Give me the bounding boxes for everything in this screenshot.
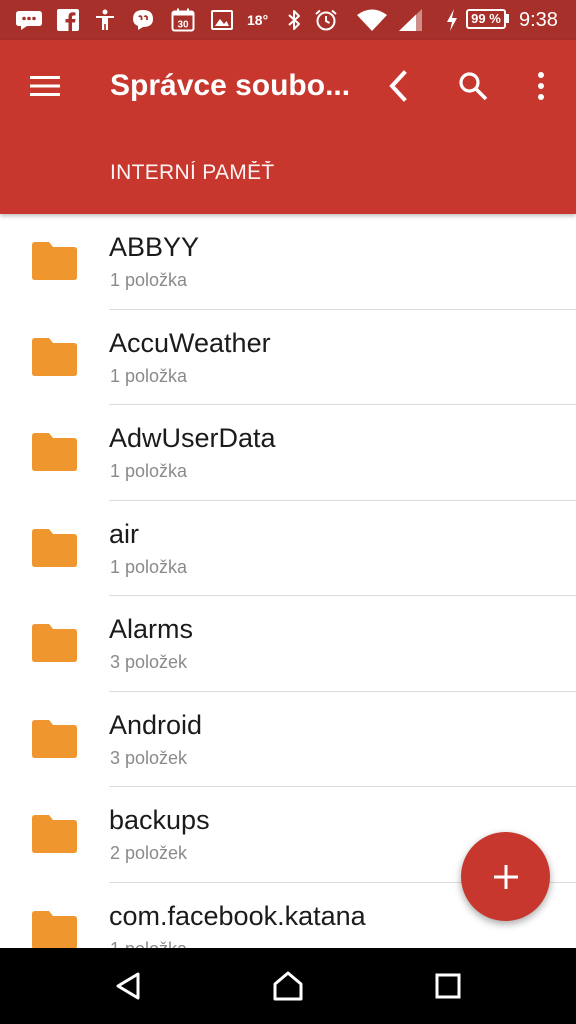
folder-icon [32, 910, 77, 948]
status-bar: 30 18° 99 % 9:38 [0, 0, 576, 40]
nav-back-button[interactable] [108, 966, 148, 1006]
folder-item-count: 1 položka [110, 365, 188, 386]
folder-icon [32, 433, 77, 471]
facebook-icon [56, 8, 80, 32]
clock-time: 9:38 [519, 9, 558, 31]
list-item[interactable]: AdwUserData 1 položka [0, 405, 576, 501]
battery-nub [506, 14, 509, 23]
tab-internal-storage[interactable]: INTERNÍ PAMĚŤ [110, 158, 275, 188]
add-fab-button[interactable] [461, 832, 550, 921]
menu-button[interactable] [22, 64, 68, 108]
search-icon [459, 72, 488, 101]
folder-icon [32, 719, 77, 758]
chat-bubble-icon [131, 8, 155, 32]
folder-item-count: 2 položek [110, 843, 188, 863]
folder-item-count: 1 položka [110, 937, 187, 949]
nav-home-button[interactable] [268, 966, 308, 1006]
list-item[interactable]: air 1 položka [0, 501, 576, 596]
app-bar: Správce soubo... INTERNÍ PAMĚŤ [0, 40, 576, 214]
bluetooth-icon [284, 8, 304, 32]
folder-name: air [109, 518, 140, 549]
search-button[interactable] [451, 64, 495, 108]
calendar-icon: 30 [170, 8, 196, 32]
menu-icon [30, 76, 60, 96]
list-item[interactable]: ABBYY 1 položka [0, 214, 576, 310]
folder-icon [32, 242, 77, 280]
wifi-icon [355, 8, 389, 32]
folder-name: AdwUserData [109, 423, 276, 453]
alarm-icon [313, 8, 339, 32]
signal-icon [397, 8, 425, 32]
temperature-text: 18° [247, 12, 269, 28]
folder-icon [32, 337, 77, 376]
folder-name: com.facebook.katana [109, 900, 366, 931]
nav-back-icon [116, 972, 140, 1000]
battery-indicator: 99 % [466, 9, 506, 29]
more-vert-icon [538, 72, 544, 100]
folder-name: ABBYY [109, 232, 200, 262]
folder-item-count: 3 položek [110, 747, 188, 768]
folder-icon [32, 528, 77, 567]
list-item[interactable]: Alarms 3 položek [0, 596, 576, 692]
accessibility-icon [93, 8, 117, 32]
folder-name: backups [109, 805, 210, 835]
folder-name: Alarms [109, 614, 194, 644]
plus-icon [493, 864, 518, 889]
list-item[interactable]: Android 3 položek [0, 692, 576, 787]
nav-recents-button[interactable] [428, 966, 468, 1006]
navigation-bar [0, 948, 576, 1024]
nav-home-icon [273, 971, 303, 1001]
back-button[interactable] [376, 64, 420, 108]
folder-name: AccuWeather [109, 327, 271, 358]
folder-name: Android [109, 709, 203, 740]
folder-item-count: 1 položka [110, 556, 188, 577]
back-arrow-icon [389, 70, 407, 102]
folder-item-count: 1 položka [110, 270, 188, 290]
image-icon [210, 8, 234, 32]
list-item[interactable]: AccuWeather 1 položka [0, 310, 576, 405]
calendar-day-text: 30 [177, 20, 189, 31]
app-title: Správce soubo... [110, 69, 351, 102]
folder-icon [32, 815, 77, 853]
messenger-icon [14, 8, 44, 32]
nav-recents-icon [435, 973, 461, 999]
folder-icon [32, 624, 77, 662]
more-options-button[interactable] [521, 64, 561, 108]
folder-item-count: 3 položek [110, 652, 188, 672]
charging-icon [443, 8, 461, 32]
folder-item-count: 1 položka [110, 461, 188, 481]
